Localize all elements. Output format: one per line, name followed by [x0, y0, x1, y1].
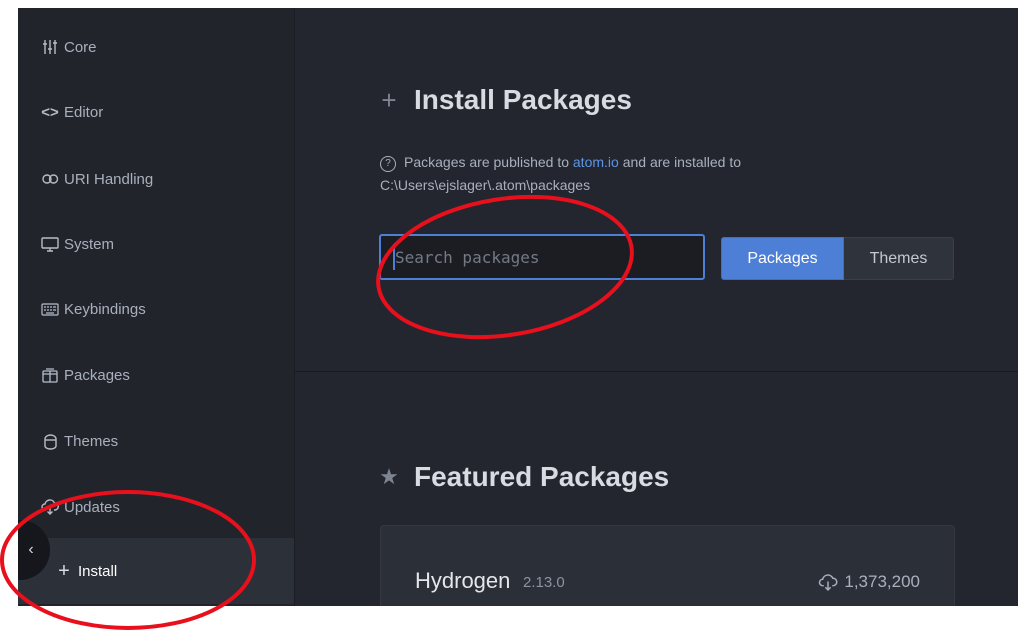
install-packages-heading: + Install Packages — [378, 84, 632, 116]
cloud-download-icon — [40, 499, 60, 515]
plus-icon: + — [381, 84, 397, 115]
paintcan-icon — [40, 433, 60, 450]
sidebar-item-themes[interactable]: Themes — [18, 422, 294, 460]
package-version: 2.13.0 — [523, 574, 565, 591]
star-icon: ★ — [379, 464, 399, 489]
sidebar-item-uri-handling[interactable]: URI Handling — [18, 160, 294, 198]
settings-window: Core <> Editor URI Handling System Keybi… — [18, 8, 1018, 606]
install-path: C:\Users\ejslager\.atom\packages — [380, 177, 591, 193]
sidebar-item-packages[interactable]: Packages — [18, 356, 294, 394]
packages-toggle-button[interactable]: Packages — [721, 237, 844, 280]
section-title: Featured Packages — [414, 461, 670, 492]
package-card[interactable]: Hydrogen 2.13.0 1,373,200 — [380, 525, 955, 606]
package-icon — [40, 367, 60, 383]
info-text: and are installed to — [618, 154, 742, 170]
install-info-text: ? Packages are published to atom.io and a… — [380, 151, 900, 197]
search-packages-input[interactable] — [379, 234, 705, 280]
sidebar-item-label: Core — [64, 38, 97, 56]
cloud-download-icon — [819, 573, 838, 591]
sidebar-item-updates[interactable]: Updates — [18, 488, 294, 526]
sidebar-item-label: Install — [78, 562, 118, 580]
code-icon: <> — [41, 103, 59, 121]
sidebar-item-system[interactable]: System — [18, 225, 294, 263]
info-text: Packages are published to — [404, 154, 573, 170]
atom-io-link[interactable]: atom.io — [573, 154, 619, 170]
settings-sidebar: Core <> Editor URI Handling System Keybi… — [18, 8, 295, 606]
link-icon — [40, 173, 60, 185]
plus-icon: + — [58, 559, 70, 582]
featured-packages-heading: ★ Featured Packages — [378, 461, 669, 493]
sidebar-item-core[interactable]: Core — [18, 28, 294, 66]
section-divider — [295, 371, 1018, 372]
sidebar-item-install[interactable]: + Install — [18, 538, 294, 604]
monitor-icon — [40, 236, 60, 252]
themes-toggle-button[interactable]: Themes — [844, 237, 954, 280]
question-icon: ? — [380, 156, 396, 172]
text-caret — [393, 244, 395, 270]
sidebar-item-label: Keybindings — [64, 300, 146, 318]
sidebar-item-editor[interactable]: <> Editor — [18, 93, 294, 131]
download-count-value: 1,373,200 — [844, 572, 920, 591]
sidebar-item-label: URI Handling — [64, 170, 154, 188]
sidebar-item-label: Editor — [64, 103, 104, 121]
sidebar-item-label: System — [64, 235, 115, 253]
sidebar-item-keybindings[interactable]: Keybindings — [18, 290, 294, 328]
install-panel: + Install Packages ? Packages are publish… — [295, 8, 1018, 606]
sidebar-item-label: Themes — [64, 432, 119, 450]
sidebar-item-label: Packages — [64, 366, 130, 384]
section-title: Install Packages — [414, 84, 632, 115]
keyboard-icon — [40, 302, 60, 316]
package-name[interactable]: Hydrogen — [415, 568, 510, 594]
sidebar-item-label: Updates — [64, 498, 120, 516]
chevron-left-icon: ‹ — [28, 541, 34, 558]
download-count: 1,373,200 — [818, 572, 920, 592]
sliders-icon — [40, 39, 60, 55]
